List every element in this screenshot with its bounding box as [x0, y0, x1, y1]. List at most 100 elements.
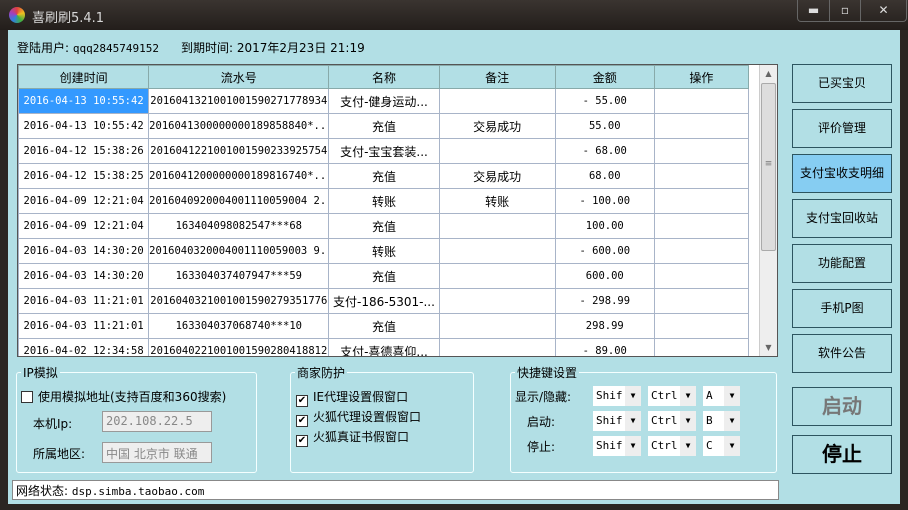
table-cell: 支付-喜德喜仰... [328, 338, 440, 356]
checkbox-checked-icon[interactable]: ✔ [296, 435, 308, 447]
hotkey-select[interactable]: Shif ▼ [593, 411, 641, 431]
table-cell [438, 288, 556, 314]
protect-label: 火狐真证书假窗口 [313, 430, 410, 444]
table-cell [438, 263, 556, 289]
simulate-ip-label: 使用模拟地址(支持百度和360搜索) [38, 390, 227, 404]
column-header[interactable]: 创建时间 [18, 65, 150, 89]
chevron-down-icon[interactable]: ▼ [724, 411, 740, 431]
table-cell [438, 313, 556, 339]
table-cell: 2016-04-09 12:21:04 [18, 213, 150, 239]
table-row[interactable]: 2016-04-13 10:55:42 201604130000000018985… [18, 113, 750, 139]
side-button[interactable]: 功能配置 [792, 244, 892, 283]
minimize-button[interactable]: ▬ [798, 0, 829, 21]
ip-field[interactable]: 202.108.22.5 [102, 411, 212, 432]
region-field[interactable]: 中国 北京市 联通 [102, 442, 212, 463]
column-header[interactable]: 流水号 [148, 65, 330, 89]
chevron-down-icon[interactable]: ▼ [625, 411, 641, 431]
client-area: 登陆用户: qqq2845749152 到期时间: 2017年2月23日 21:… [8, 30, 900, 504]
table-cell: - 600.00 [554, 238, 655, 264]
protect-label: 火狐代理设置假窗口 [313, 410, 422, 424]
checkbox-checked-icon[interactable]: ✔ [296, 395, 308, 407]
column-header[interactable]: 备注 [438, 65, 556, 89]
scroll-up-icon[interactable]: ▲ [760, 65, 777, 82]
table-cell [653, 188, 750, 214]
table-row[interactable]: 2016-04-03 11:21:01 163304037068740***10 充… [18, 313, 750, 339]
table-row[interactable]: 2016-04-09 12:21:04 201604092000400111005… [18, 188, 750, 214]
chevron-down-icon[interactable]: ▼ [680, 436, 696, 456]
table-cell: 2016040321001001590279351776 [148, 288, 330, 314]
table-cell: 2016041321001001590271778934 [148, 88, 330, 114]
table-cell: 2016041221001001590233925754 [148, 138, 330, 164]
hotkey-select[interactable]: Shif ▼ [593, 436, 641, 456]
table-row[interactable]: 2016-04-03 14:30:20 163304037407947***59 充… [18, 263, 750, 289]
checkbox-checked-icon[interactable]: ✔ [296, 415, 308, 427]
hotkey-select[interactable]: Ctrl ▼ [648, 436, 696, 456]
table-row[interactable]: 2016-04-12 15:38:25 201604120000000018981… [18, 163, 750, 189]
table-row[interactable]: 2016-04-13 10:55:42 201604132100100159027… [18, 88, 750, 114]
table-row[interactable]: 2016-04-09 12:21:04 163404098082547***68 充… [18, 213, 750, 239]
simulate-ip-checkbox[interactable]: 使用模拟地址(支持百度和360搜索) [21, 388, 226, 405]
table-row[interactable]: 2016-04-02 12:34:58 201604022100100159028… [18, 338, 750, 356]
protect-checkbox[interactable]: ✔ IE代理设置假窗口 [296, 388, 408, 407]
table-cell: - 298.99 [554, 288, 655, 314]
hotkey-select[interactable]: B ▼ [703, 411, 740, 431]
chevron-down-icon[interactable]: ▼ [724, 386, 740, 406]
table-cell [653, 288, 750, 314]
column-header[interactable]: 名称 [328, 65, 440, 89]
hotkey-label: 启动: [527, 415, 556, 429]
region-label: 所属地区: [33, 447, 86, 461]
chevron-down-icon[interactable]: ▼ [680, 411, 696, 431]
hotkey-select[interactable]: Ctrl ▼ [648, 386, 696, 406]
start-button[interactable]: 启动 [792, 387, 892, 426]
side-button[interactable]: 手机P图 [792, 289, 892, 328]
table-cell: 充值 [328, 163, 440, 189]
stop-button[interactable]: 停止 [792, 435, 892, 474]
table-cell [653, 113, 750, 139]
scroll-down-icon[interactable]: ▼ [760, 339, 777, 356]
table-cell: 交易成功 [438, 113, 556, 139]
table-cell [438, 138, 556, 164]
side-button[interactable]: 支付宝收支明细 [792, 154, 892, 193]
table-row[interactable]: 2016-04-12 15:38:26 201604122100100159023… [18, 138, 750, 164]
hotkey-select[interactable]: Ctrl ▼ [648, 411, 696, 431]
vertical-scrollbar[interactable]: ▲ ≡ ▼ [759, 65, 777, 356]
table-row[interactable]: 2016-04-03 11:21:01 201604032100100159027… [18, 288, 750, 314]
chevron-down-icon[interactable]: ▼ [625, 386, 641, 406]
protect-checkbox[interactable]: ✔ 火狐代理设置假窗口 [296, 408, 421, 427]
maximize-button[interactable]: ▫ [829, 0, 860, 21]
ip-group-legend: IP模拟 [21, 364, 60, 381]
hotkey-value: Ctrl [651, 439, 678, 452]
protect-checkbox[interactable]: ✔ 火狐真证书假窗口 [296, 428, 409, 447]
table-cell: 充值 [328, 263, 440, 289]
status-label: 网络状态: [16, 484, 69, 498]
side-button[interactable]: 支付宝回收站 [792, 199, 892, 238]
hotkey-select[interactable]: C ▼ [703, 436, 740, 456]
hotkey-group: 快捷键设置 显示/隐藏: Shif ▼ Ctrl ▼ A ▼ 启动: Shif ▼ Ctrl ▼ B ▼ 停… [510, 364, 777, 473]
scroll-thumb[interactable]: ≡ [761, 83, 776, 251]
table-cell: 55.00 [554, 113, 655, 139]
side-button[interactable]: 评价管理 [792, 109, 892, 148]
table-cell: 充值 [328, 213, 440, 239]
hotkey-value: C [706, 439, 713, 452]
hotkey-select[interactable]: A ▼ [703, 386, 740, 406]
table-cell: 2016041300000000189858840*... [148, 113, 330, 139]
side-button[interactable]: 软件公告 [792, 334, 892, 373]
table-cell: 2016-04-03 14:30:20 [18, 238, 150, 264]
table-row[interactable]: 2016-04-03 14:30:20 201604032000400111005… [18, 238, 750, 264]
checkbox-icon[interactable] [21, 391, 33, 403]
hotkey-select[interactable]: Shif ▼ [593, 386, 641, 406]
chevron-down-icon[interactable]: ▼ [680, 386, 696, 406]
column-header[interactable]: 操作 [653, 65, 750, 89]
chevron-down-icon[interactable]: ▼ [625, 436, 641, 456]
table-cell: 2016040920004001110059004 2... [148, 188, 330, 214]
chevron-down-icon[interactable]: ▼ [724, 436, 740, 456]
column-header[interactable]: 金额 [554, 65, 655, 89]
side-button[interactable]: 已买宝贝 [792, 64, 892, 103]
expire-info: 到期时间: 2017年2月23日 21:19 [181, 39, 365, 56]
table-cell [653, 238, 750, 264]
table-cell: 2016040320004001110059003 9... [148, 238, 330, 264]
table-cell [653, 88, 750, 114]
table-cell: 2016-04-02 12:34:58 [18, 338, 150, 356]
close-button[interactable]: ✕ [860, 0, 906, 21]
ip-group: IP模拟 使用模拟地址(支持百度和360搜索) 本机Ip: 202.108.22… [16, 364, 257, 473]
